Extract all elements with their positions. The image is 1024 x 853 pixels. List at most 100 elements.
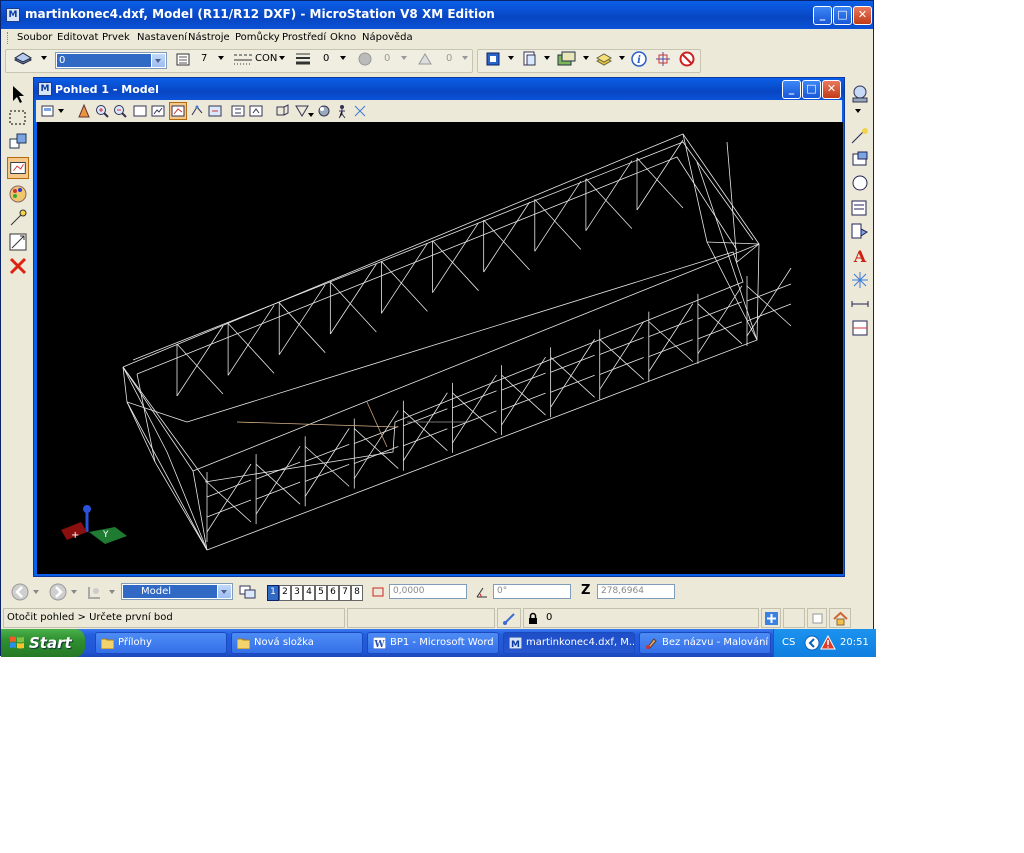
menu-prostredi[interactable]: Prostředí xyxy=(282,32,326,43)
modify-icon[interactable] xyxy=(849,317,871,339)
task-paint[interactable]: Bez názvu - Malování xyxy=(639,632,771,654)
raster-dropdown-arrow[interactable] xyxy=(583,56,589,60)
level-display-dropdown-arrow[interactable] xyxy=(619,56,625,60)
fence-icon[interactable] xyxy=(7,107,29,129)
select-arrow-icon[interactable] xyxy=(7,83,29,105)
palette-icon[interactable] xyxy=(7,183,29,205)
rotate-view-icon[interactable] xyxy=(169,102,187,120)
view-attributes-dropdown-arrow[interactable] xyxy=(58,109,64,113)
window-area-icon[interactable] xyxy=(132,103,148,119)
zoom-out-icon[interactable] xyxy=(112,103,128,119)
menu-napoveda[interactable]: Nápověda xyxy=(362,32,413,43)
grip-handle[interactable] xyxy=(7,32,10,44)
view-next-icon[interactable] xyxy=(230,103,246,119)
palette-dropdown-arrow[interactable] xyxy=(855,109,861,113)
weight-dropdown-arrow[interactable] xyxy=(340,56,346,60)
task-prilohy[interactable]: Přílohy xyxy=(95,632,227,654)
view-button-2[interactable]: 2 xyxy=(279,585,291,601)
title-bar[interactable]: M martinkonec4.dxf, Model (R11/R12 DXF) … xyxy=(1,1,873,29)
raster-manager-icon[interactable] xyxy=(557,51,577,67)
menu-nastroje[interactable]: Nástroje xyxy=(188,32,230,43)
copy-view-icon[interactable] xyxy=(248,103,264,119)
chevron-down-icon[interactable] xyxy=(218,585,231,598)
menu-prvek[interactable]: Prvek xyxy=(102,32,130,43)
view-button-8[interactable]: 8 xyxy=(351,585,363,601)
view-rotate-icon[interactable] xyxy=(7,157,29,179)
print-cell[interactable] xyxy=(807,608,827,628)
menu-editovat[interactable]: Editovat xyxy=(57,32,98,43)
warning-icon[interactable] xyxy=(820,635,836,651)
no-entry-icon[interactable] xyxy=(679,51,695,67)
snap-icon[interactable] xyxy=(849,269,871,291)
camera-dropdown-arrow[interactable] xyxy=(308,113,314,117)
pan-view-icon[interactable] xyxy=(189,103,205,119)
view-group-icon[interactable] xyxy=(85,583,103,601)
line-style-icon[interactable] xyxy=(233,51,253,67)
level-combo[interactable]: 0 xyxy=(55,52,167,69)
dimension-line-icon[interactable] xyxy=(849,293,871,315)
back-dropdown-arrow[interactable] xyxy=(33,590,39,594)
view-close-button[interactable]: ✕ xyxy=(822,80,841,99)
element-dropdown-arrow[interactable] xyxy=(508,56,514,60)
view-title-bar[interactable]: M Pohled 1 - Model _ □ ✕ xyxy=(34,78,844,100)
priority-icon[interactable] xyxy=(417,51,433,67)
view-previous-icon[interactable] xyxy=(207,103,223,119)
color-dropdown-arrow[interactable] xyxy=(218,56,224,60)
level-manager-icon[interactable] xyxy=(13,51,33,67)
transparency-icon[interactable] xyxy=(357,51,373,67)
measure-icon[interactable] xyxy=(7,207,29,229)
maximize-button[interactable]: □ xyxy=(833,6,852,25)
forward-dropdown-arrow[interactable] xyxy=(71,590,77,594)
task-microstation[interactable]: M martinkonec4.dxf, M... xyxy=(503,632,635,654)
design-history-cell[interactable] xyxy=(761,608,781,628)
menu-soubor[interactable]: Soubor xyxy=(17,32,52,43)
polygon-icon[interactable] xyxy=(849,149,871,171)
distance-field[interactable]: 0,0000 xyxy=(389,584,467,599)
view-button-6[interactable]: 6 xyxy=(327,585,339,601)
language-indicator[interactable]: CS xyxy=(782,637,795,648)
home-cell[interactable] xyxy=(829,608,851,628)
distance-icon[interactable] xyxy=(371,585,385,599)
standard-views-icon[interactable] xyxy=(352,103,368,119)
line-weight-icon[interactable] xyxy=(295,51,311,67)
chevron-down-icon[interactable] xyxy=(152,54,165,67)
task-word[interactable]: W BP1 - Microsoft Word xyxy=(367,632,499,654)
delete-icon[interactable] xyxy=(7,255,29,277)
view-minimize-button[interactable]: _ xyxy=(782,80,801,99)
task-nova-slozka[interactable]: Nová složka xyxy=(231,632,363,654)
transparency-dropdown-arrow[interactable] xyxy=(401,56,407,60)
angle-icon[interactable] xyxy=(475,585,489,599)
show-hidden-icons-icon[interactable] xyxy=(804,635,820,651)
style-dropdown-arrow[interactable] xyxy=(279,56,285,60)
cell-icon[interactable] xyxy=(849,197,871,219)
microstation-icon[interactable]: M xyxy=(6,8,20,22)
view-button-5[interactable]: 5 xyxy=(315,585,327,601)
view-attributes-icon[interactable] xyxy=(40,103,56,119)
zoom-in-icon[interactable] xyxy=(94,103,110,119)
dimension-icon[interactable] xyxy=(7,231,29,253)
menu-pomucky[interactable]: Pomůcky xyxy=(235,32,280,43)
text-icon[interactable]: A xyxy=(849,245,871,267)
view-tools-icon[interactable] xyxy=(849,83,871,105)
view-button-7[interactable]: 7 xyxy=(339,585,351,601)
microstation-icon[interactable]: M xyxy=(38,82,52,96)
level-display-icon[interactable] xyxy=(596,51,612,67)
menu-nastaveni[interactable]: Nastavení xyxy=(137,32,187,43)
view-group-dropdown-arrow[interactable] xyxy=(109,590,115,594)
view-button-1[interactable]: 1 xyxy=(267,585,279,601)
level-dropdown-arrow[interactable] xyxy=(41,56,47,60)
walk-icon[interactable] xyxy=(334,103,350,119)
close-button[interactable]: ✕ xyxy=(853,6,872,25)
clip-volume-icon[interactable] xyxy=(274,103,290,119)
fit-view-icon[interactable] xyxy=(150,103,166,119)
references-dropdown-arrow[interactable] xyxy=(544,56,550,60)
lock-cell[interactable]: 0 xyxy=(523,608,759,628)
place-line-icon[interactable] xyxy=(849,125,871,147)
accudraw-icon[interactable] xyxy=(655,51,671,67)
menu-okno[interactable]: Okno xyxy=(330,32,356,43)
minimize-button[interactable]: _ xyxy=(813,6,832,25)
references-icon[interactable] xyxy=(521,51,537,67)
color-icon[interactable] xyxy=(175,51,191,67)
fill-icon[interactable] xyxy=(849,221,871,243)
priority-dropdown-arrow[interactable] xyxy=(462,56,468,60)
